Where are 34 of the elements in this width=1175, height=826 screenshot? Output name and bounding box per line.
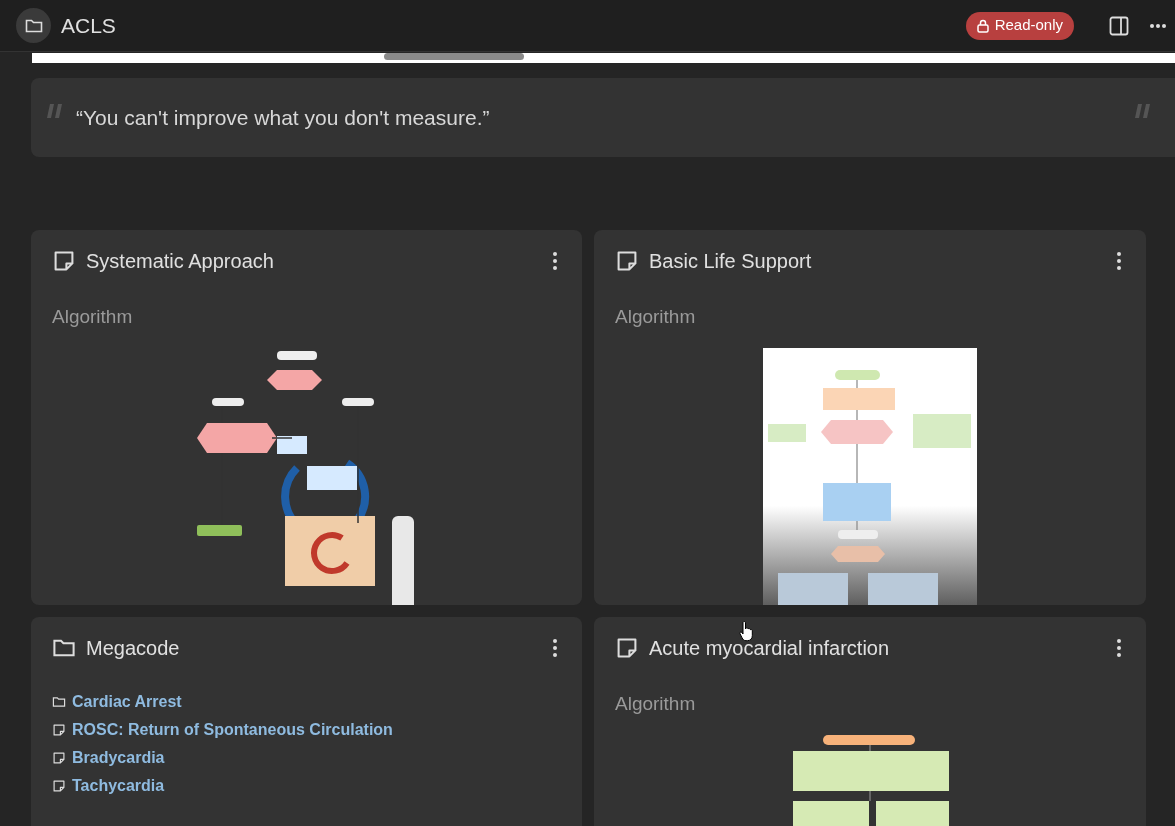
folder-icon-button[interactable] (16, 8, 51, 43)
card-subtitle: Algorithm (51, 305, 134, 329)
more-icon[interactable] (1149, 22, 1167, 29)
more-icon[interactable] (1116, 638, 1122, 658)
note-icon (52, 751, 66, 765)
card-title[interactable]: Acute myocardial infarction (649, 633, 1106, 663)
more-icon[interactable] (552, 638, 558, 658)
note-icon (52, 723, 66, 737)
more-icon[interactable] (1116, 251, 1122, 271)
lock-icon (976, 18, 989, 33)
scrollbar-thumb[interactable] (384, 53, 524, 60)
note-icon (52, 779, 66, 793)
card-subtitle: Algorithm (614, 692, 697, 716)
more-icon[interactable] (552, 251, 558, 271)
folder-icon (52, 695, 66, 709)
card-title[interactable]: Basic Life Support (649, 246, 1106, 276)
note-icon (52, 249, 76, 273)
note-icon (615, 249, 639, 273)
folder-icon (24, 17, 43, 34)
card-title[interactable]: Systematic Approach (86, 246, 542, 276)
quote-text: “You can't improve what you don't measure.” (76, 104, 491, 131)
link[interactable]: Cardiac Arrest (72, 690, 182, 714)
side-panel-icon[interactable] (1109, 15, 1129, 36)
quote-icon (46, 102, 64, 120)
note-icon (615, 636, 639, 660)
card-subtitle: Algorithm (614, 305, 697, 329)
link[interactable]: Bradycardia (72, 746, 165, 770)
quote-icon (1134, 102, 1152, 120)
card-title[interactable]: Megacode (86, 633, 542, 663)
link[interactable]: Tachycardia (72, 774, 165, 798)
read-only-badge: Read-only (965, 11, 1074, 40)
hand-cursor-icon (739, 620, 755, 642)
page-title: ACLS (61, 12, 116, 39)
link[interactable]: ROSC: Return of Spontaneous Circulation (72, 718, 393, 742)
